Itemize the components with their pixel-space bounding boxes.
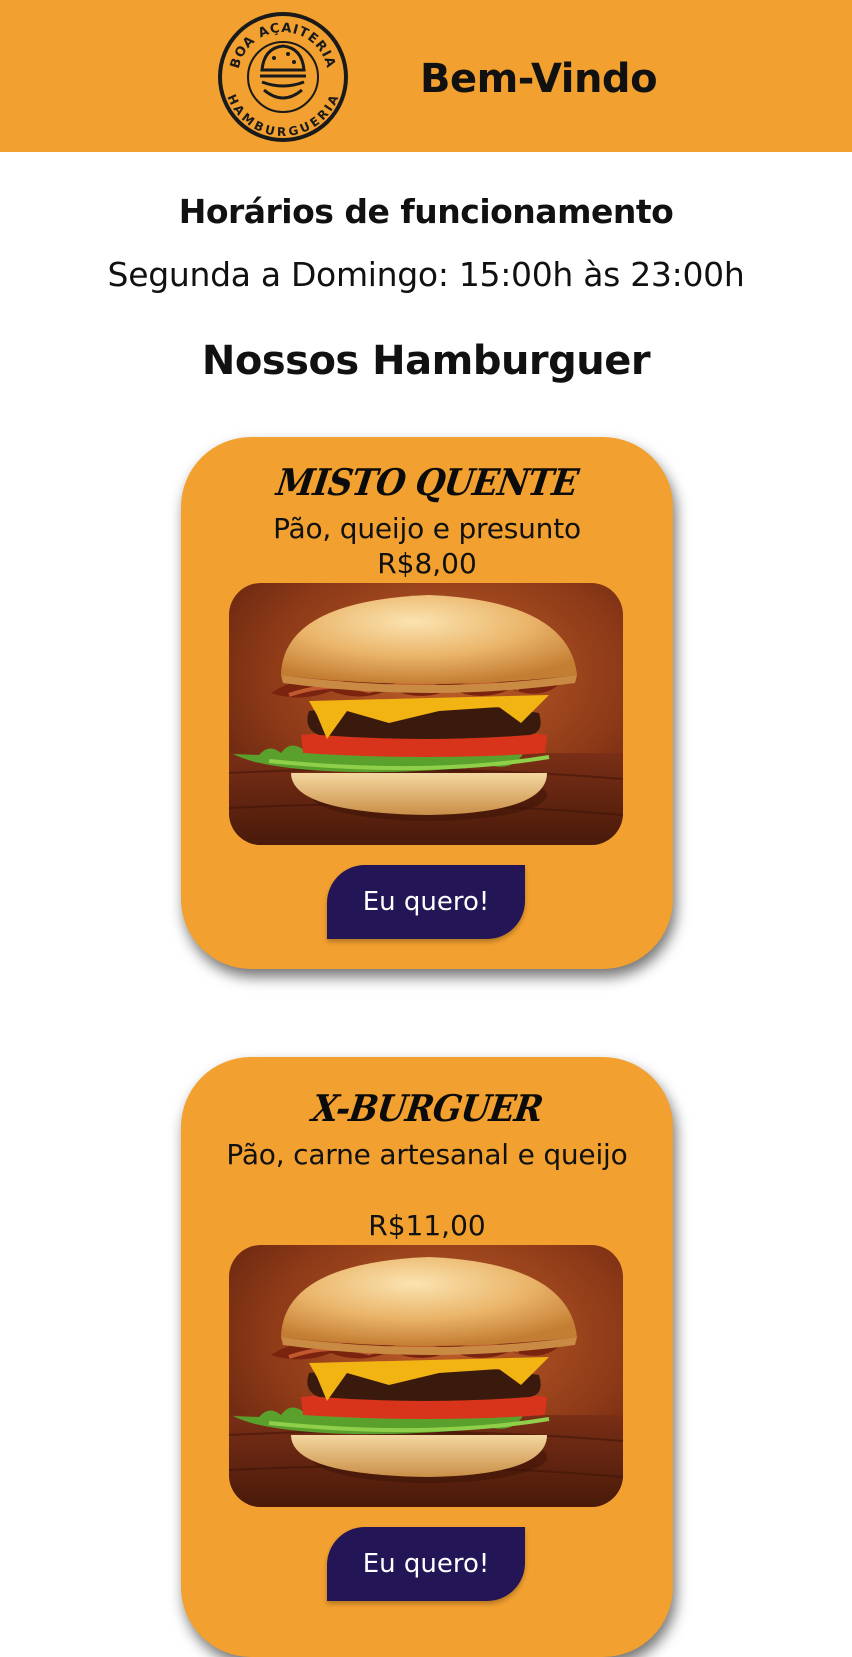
logo-burger-icon: [260, 44, 306, 100]
product-card: MISTO QUENTE Pão, queijo e presunto R$8,…: [181, 437, 673, 969]
product-price: R$8,00: [377, 547, 477, 580]
product-image: [229, 583, 623, 845]
order-button[interactable]: Eu quero!: [327, 1527, 525, 1601]
header-bar: BOA AÇAITERIA HAMBURGUERIA Bem-Vindo: [0, 0, 852, 152]
product-price: R$11,00: [368, 1209, 486, 1242]
hours-title: Horários de funcionamento: [178, 192, 674, 231]
brand-logo[interactable]: BOA AÇAITERIA HAMBURGUERIA: [216, 10, 350, 144]
product-image: [229, 1245, 623, 1507]
product-name: X-BURGUER: [309, 1087, 545, 1131]
product-description: Pão, carne artesanal e queijo: [226, 1138, 628, 1171]
order-button[interactable]: Eu quero!: [327, 865, 525, 939]
hours-text: Segunda a Domingo: 15:00h às 23:00h: [107, 255, 745, 294]
section-title: Nossos Hamburguer: [201, 338, 651, 384]
product-name: MISTO QUENTE: [273, 461, 581, 505]
product-card: X-BURGUER Pão, carne artesanal e queijo …: [181, 1057, 673, 1657]
welcome-title: Bem-Vindo: [420, 56, 658, 102]
product-description: Pão, queijo e presunto: [273, 512, 581, 545]
